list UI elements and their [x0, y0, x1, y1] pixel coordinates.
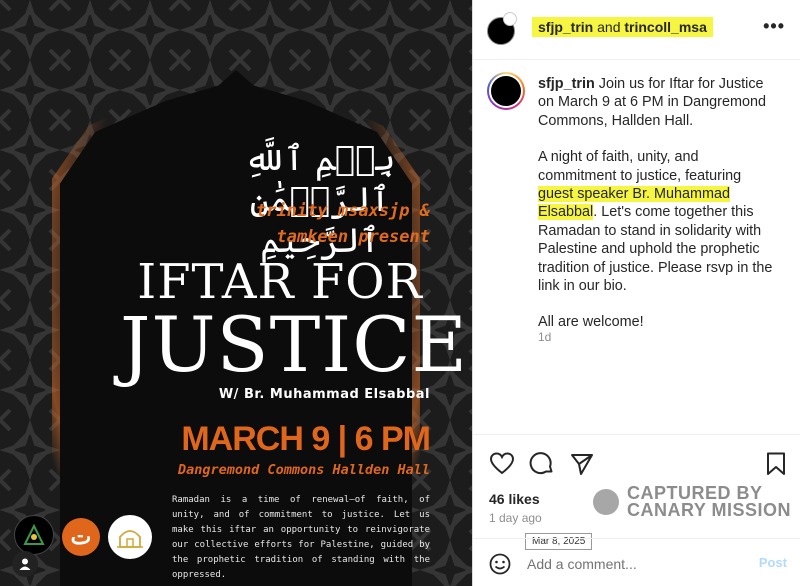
author-username[interactable]: sfjp_trin — [538, 19, 593, 35]
post-authors: sfjp_trin and trincoll_msa — [532, 17, 713, 37]
share-send-icon[interactable] — [569, 451, 595, 477]
more-options-button[interactable]: ••• — [763, 16, 785, 37]
post-caption: sfjp_trin Join us for Iftar for Justice … — [538, 75, 778, 350]
watermark-logo-icon — [593, 489, 619, 515]
trinity-msa-logo — [14, 515, 54, 555]
poster-description: Ramadan is a time of renewal—of faith, o… — [172, 495, 430, 580]
post-details-panel: sfjp_trin and trincoll_msa ••• sfjp_trin… — [472, 0, 800, 586]
poster-speaker: W/ Br. Muhammad Elsabbal — [218, 387, 430, 402]
presenters-text: trinity msaxsjp & tamkeen present — [170, 198, 430, 250]
emoji-icon[interactable] — [489, 553, 511, 575]
post-image[interactable]: بِسۡمِ ٱللَّهِ ٱلرَّحۡمَٰنِ ٱلرَّحِيمِ t… — [0, 0, 472, 586]
comment-bar: Post — [473, 538, 800, 586]
tagged-users-icon[interactable] — [12, 551, 38, 577]
presenters-line-1: trinity msaxsjp & — [256, 201, 430, 221]
screenshot-root: بِسۡمِ ٱللَّهِ ٱلرَّحۡمَٰنِ ٱلرَّحِيمِ t… — [0, 0, 800, 586]
post-comment-button[interactable]: Post — [759, 555, 787, 570]
save-bookmark-icon[interactable] — [763, 451, 789, 477]
poster-title-line-2: JUSTICE — [120, 300, 468, 389]
presenters-line-2: tamkeen present — [276, 227, 430, 247]
poster-datetime: MARCH 9 | 6 PM — [181, 420, 431, 458]
authors-joiner: and — [597, 19, 621, 35]
comment-bubble-icon[interactable] — [529, 451, 555, 477]
post-header: sfjp_trin and trincoll_msa ••• — [473, 0, 800, 60]
canary-mission-watermark: CAPTURED BY CANARY MISSION — [593, 484, 792, 520]
caption-paragraph-3: All are welcome! — [538, 314, 644, 331]
caption-age: 1d — [538, 330, 552, 344]
caption-avatar[interactable] — [487, 72, 525, 110]
poster-venue: Dangremond Commons Hallden Hall — [178, 462, 430, 478]
caption-paragraph-2: A night of faith, unity, and commitment … — [538, 148, 778, 295]
likes-count[interactable]: 46 likes — [489, 491, 540, 507]
watermark-line-2: CANARY MISSION — [627, 500, 792, 520]
post-time-ago[interactable]: 1 day ago — [489, 511, 542, 525]
msa-mosque-logo — [108, 515, 152, 559]
collab-username[interactable]: trincoll_msa — [624, 19, 706, 35]
tamkeen-logo: ت — [62, 518, 100, 556]
comment-input[interactable] — [527, 553, 737, 575]
caption-username[interactable]: sfjp_trin — [538, 76, 595, 92]
caption-paragraph-1: sfjp_trin Join us for Iftar for Justice … — [538, 75, 778, 130]
collab-avatar[interactable] — [503, 12, 517, 26]
like-heart-icon[interactable] — [489, 451, 515, 477]
caption-text-2a: A night of faith, unity, and commitment … — [538, 149, 742, 184]
